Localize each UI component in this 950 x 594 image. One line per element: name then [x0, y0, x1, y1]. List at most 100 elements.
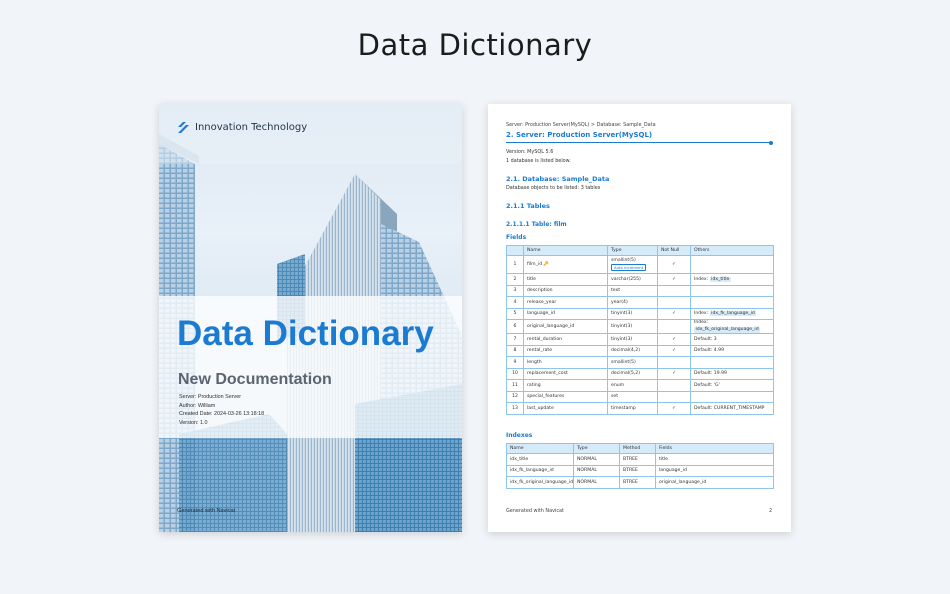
row-number: 11 [506, 379, 524, 392]
field-type-text: year(4) [611, 299, 628, 305]
not-null-check: ✓ [657, 402, 691, 415]
table-row: 11 rating enum Default: 'G' [506, 379, 774, 392]
index-tag: idx_title [709, 276, 731, 282]
field-others [690, 284, 774, 297]
field-others: Index: idx_fk_language_id [690, 307, 774, 320]
field-type-text: smallint(5) [611, 258, 636, 263]
field-name: replacement_cost [523, 367, 608, 380]
fields-column-header: Name [523, 245, 608, 256]
field-type: tinyint(3) [607, 333, 658, 346]
field-type: enum [607, 379, 658, 392]
field-name: rental_rate [523, 344, 608, 357]
field-others [690, 356, 774, 369]
field-type: smallint(5) [607, 356, 658, 369]
field-type: year(4) [607, 296, 658, 309]
meta-version: Version: 1.0 [179, 419, 208, 426]
row-number: 2 [506, 273, 524, 286]
field-others [690, 296, 774, 309]
indexes-column-header: Fields [655, 443, 774, 454]
page-number: 2 [769, 508, 773, 514]
field-others [690, 390, 774, 403]
page-footer: Generated with Navicat [506, 508, 564, 514]
not-null-check: ✓ [657, 344, 691, 357]
row-number: 3 [506, 284, 524, 297]
index-method: BTREE [619, 464, 656, 477]
field-type: tinyint(3) [607, 307, 658, 320]
not-null-check: ✓ [657, 333, 691, 346]
cover-subtitle: New Documentation [178, 371, 332, 388]
table-row: 12 special_features set [506, 390, 774, 403]
row-number: 13 [506, 402, 524, 415]
table-row: 1 film_id🔑 smallint(5) Auto increment ✓ [506, 255, 774, 274]
field-type-text: decimal(5,2) [611, 371, 641, 377]
table-row: 8 rental_rate decimal(4,2) ✓ Default: 4.99 [506, 344, 774, 357]
field-type: decimal(5,2) [607, 367, 658, 380]
others-text: Default: CURRENT_TIMESTAMP [694, 405, 765, 411]
field-name-text: description [527, 288, 553, 294]
field-name: length [523, 356, 608, 369]
not-null-check: ✓ [657, 273, 691, 286]
table-heading: 2.1.1.1 Table: film [506, 221, 567, 228]
field-name-text: rental_rate [527, 348, 553, 354]
section-rule [506, 142, 771, 143]
field-others: Default: 3 [690, 333, 774, 346]
row-number: 7 [506, 333, 524, 346]
table-row: 3 description text [506, 284, 774, 297]
row-number: 1 [506, 255, 524, 274]
field-name-text: original_language_id [527, 324, 575, 329]
others-text: Default: 'G' [694, 382, 720, 388]
auto-increment-badge: Auto increment [611, 264, 647, 271]
field-type: decimal(4,2) [607, 344, 658, 357]
field-type: varchar(255) [607, 273, 658, 286]
field-name: language_id [523, 307, 608, 320]
row-number: 10 [506, 367, 524, 380]
field-name: original_language_id [523, 319, 608, 334]
indexes-heading: Indexes [506, 432, 533, 439]
indexes-column-header: Type [573, 443, 620, 454]
index-type: NORMAL [573, 476, 620, 489]
meta-author: Author: William [179, 402, 216, 409]
breadcrumb: Server: Production Server(MySQL) > Datab… [506, 122, 656, 128]
row-number: 5 [506, 307, 524, 320]
field-type: tinyint(3) [607, 319, 658, 334]
cover-footer: Generated with Navicat [177, 508, 236, 514]
cover-page: Innovation Technology Data Dictionary Ne… [159, 104, 462, 532]
tables-heading: 2.1.1 Tables [506, 202, 550, 210]
field-type: text [607, 284, 658, 297]
fields-table: Name Type Not Null Others 1 film_id🔑 smallint… [506, 245, 774, 415]
field-type-text: text [611, 288, 621, 294]
not-null-check [657, 296, 691, 309]
index-fields: original_language_id [655, 476, 774, 489]
field-name-text: last_update [527, 405, 554, 411]
field-name: title [523, 273, 608, 286]
field-name-text: rental_duration [527, 336, 563, 342]
table-row: idx_fk_language_id NORMAL BTREE language_id [506, 464, 774, 477]
not-null-check [657, 319, 691, 334]
field-name-text: replacement_cost [527, 371, 568, 377]
field-name-text: length [527, 359, 542, 365]
index-type: NORMAL [573, 464, 620, 477]
table-row: idx_title NORMAL BTREE title [506, 453, 774, 466]
row-number: 8 [506, 344, 524, 357]
field-name-text: release_year [527, 299, 557, 305]
others-text: Default: 4.99 [694, 348, 725, 354]
meta-server: Server: Production Server [179, 394, 242, 400]
table-row: 6 original_language_id tinyint(3) Index: idx… [506, 319, 774, 334]
not-null-check [657, 284, 691, 297]
others-text: Index: [694, 276, 709, 282]
others-text: Default: 3 [694, 336, 717, 342]
row-number: 9 [506, 356, 524, 369]
indexes-column-header: Method [619, 443, 656, 454]
field-type-text: tinyint(3) [611, 324, 633, 329]
field-others: Default: 19.99 [690, 367, 774, 380]
field-type-text: varchar(255) [611, 276, 641, 282]
field-name: film_id🔑 [523, 255, 608, 274]
field-name-text: film_id [527, 262, 543, 267]
row-number: 12 [506, 390, 524, 403]
others-text: Default: 19.99 [694, 371, 727, 377]
field-name: last_update [523, 402, 608, 415]
field-type-text: set [611, 394, 619, 400]
field-name: description [523, 284, 608, 297]
field-others: Default: CURRENT_TIMESTAMP [690, 402, 774, 415]
not-null-check [657, 379, 691, 392]
